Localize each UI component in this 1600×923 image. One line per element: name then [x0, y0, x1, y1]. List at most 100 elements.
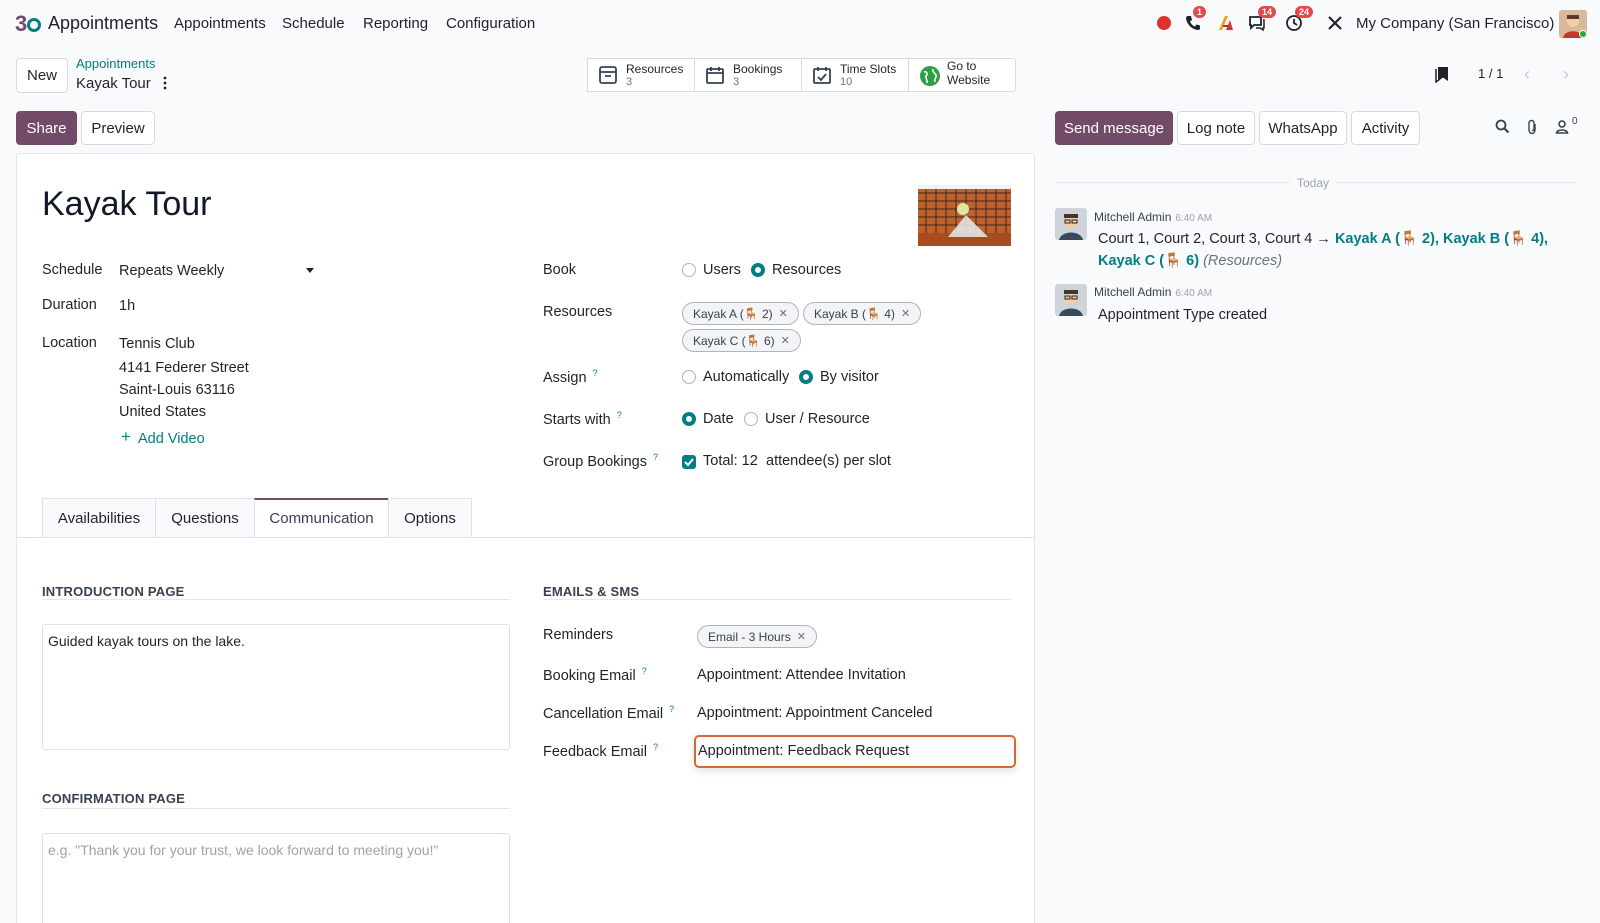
remove-tag-icon[interactable]: ✕ — [779, 307, 788, 320]
schedule-select[interactable]: Repeats Weekly — [119, 263, 224, 279]
log-note-button[interactable]: Log note — [1177, 111, 1255, 145]
record-image[interactable] — [918, 185, 1011, 246]
followers-icon[interactable] — [1555, 119, 1569, 134]
cancellation-email-label-text: Cancellation Email — [543, 705, 664, 722]
caret-down-icon[interactable] — [306, 268, 314, 273]
location-line[interactable]: Tennis Club — [119, 336, 195, 352]
old-value: Court 1, Court 2, Court 3, Court 4 — [1098, 231, 1313, 247]
plus-icon[interactable]: + — [121, 428, 131, 445]
help-icon[interactable]: ? — [642, 666, 647, 676]
resource-tag[interactable]: Kayak C (🪑 6) ✕ — [682, 329, 801, 352]
author-avatar[interactable] — [1055, 284, 1087, 316]
reminder-tag[interactable]: Email - 3 Hours ✕ — [697, 625, 817, 648]
radio-user-resource[interactable] — [744, 412, 758, 426]
radio-by-visitor-label[interactable]: By visitor — [820, 369, 879, 385]
help-icon[interactable]: ? — [593, 368, 598, 378]
duration-value[interactable]: 1h — [119, 298, 135, 314]
smart-button-resources[interactable]: Resources 3 — [587, 58, 695, 92]
help-icon[interactable]: ? — [669, 704, 674, 714]
radio-date[interactable] — [682, 412, 696, 426]
bookmark-icon[interactable] — [1434, 65, 1450, 83]
paperclip-icon[interactable] — [1526, 119, 1538, 135]
help-icon[interactable]: ? — [653, 742, 658, 752]
smart-button-time-slots[interactable]: Time Slots 10 — [801, 58, 909, 92]
smart-button-label: Bookings — [733, 62, 783, 76]
app-logo-icon[interactable]: 3 — [15, 11, 41, 35]
feedback-email-input[interactable]: Appointment: Feedback Request — [694, 735, 1016, 768]
company-switcher[interactable]: My Company (San Francisco) — [1356, 15, 1554, 32]
intro-textarea[interactable]: Guided kayak tours on the lake. — [42, 624, 510, 750]
day-label: Today — [1297, 176, 1330, 190]
message-author[interactable]: Mitchell Admin — [1094, 210, 1171, 224]
radio-users[interactable] — [682, 263, 696, 277]
app-name[interactable]: Appointments — [48, 13, 158, 34]
day-divider — [1055, 182, 1290, 183]
help-icon[interactable]: ? — [653, 452, 658, 462]
chat-icon[interactable]: 14 — [1248, 6, 1277, 32]
new-button[interactable]: New — [16, 58, 68, 93]
cancellation-email-field[interactable]: Appointment: Appointment Canceled — [697, 705, 932, 721]
share-button[interactable]: Share — [16, 111, 77, 145]
chat-badge: 14 — [1258, 6, 1277, 18]
radio-automatically[interactable] — [682, 370, 696, 384]
cancellation-email-label: Cancellation Email? — [543, 704, 674, 722]
booking-email-field[interactable]: Appointment: Attendee Invitation — [697, 667, 906, 683]
help-icon[interactable]: ? — [617, 410, 622, 420]
pager-value[interactable]: 1 / 1 — [1478, 66, 1503, 81]
user-avatar[interactable] — [1559, 10, 1587, 38]
radio-by-visitor[interactable] — [799, 370, 813, 384]
menu-schedule[interactable]: Schedule — [282, 15, 345, 32]
message-author[interactable]: Mitchell Admin — [1094, 285, 1171, 299]
kebab-menu-icon[interactable] — [162, 76, 168, 90]
tab-options[interactable]: Options — [388, 498, 472, 538]
resources-label: Resources — [543, 304, 613, 320]
resource-tag[interactable]: Kayak B (🪑 4) ✕ — [803, 302, 922, 325]
group-bookings-checkbox[interactable] — [682, 455, 696, 469]
record-icon[interactable] — [1157, 16, 1171, 30]
pager-previous-icon[interactable]: ‹ — [1524, 64, 1530, 85]
ai-icon[interactable] — [1217, 14, 1235, 32]
author-avatar[interactable] — [1055, 208, 1087, 240]
record-title[interactable]: Kayak Tour — [42, 185, 211, 224]
breadcrumb-parent[interactable]: Appointments — [76, 56, 156, 71]
activity-button[interactable]: Activity — [1351, 111, 1420, 145]
radio-users-label[interactable]: Users — [703, 262, 741, 278]
remove-tag-icon[interactable]: ✕ — [797, 630, 806, 643]
remove-tag-icon[interactable]: ✕ — [901, 307, 910, 320]
radio-resources[interactable] — [751, 263, 765, 277]
radio-resources-label[interactable]: Resources — [772, 262, 841, 278]
smart-button-count: 3 — [626, 76, 633, 88]
smart-button-bookings[interactable]: Bookings 3 — [694, 58, 802, 92]
smart-button-label: Go to — [947, 59, 977, 73]
pager-next-icon[interactable]: › — [1563, 64, 1569, 85]
phone-icon[interactable]: 1 — [1184, 6, 1207, 32]
menu-appointments[interactable]: Appointments — [174, 15, 266, 32]
group-total[interactable]: Total: 12 — [703, 453, 758, 469]
arrow-icon: → — [1316, 231, 1331, 247]
tools-icon[interactable] — [1326, 14, 1344, 32]
search-icon[interactable] — [1495, 119, 1510, 134]
whatsapp-button[interactable]: WhatsApp — [1259, 111, 1347, 145]
preview-button[interactable]: Preview — [81, 111, 155, 145]
radio-user-resource-label[interactable]: User / Resource — [765, 411, 870, 427]
tab-availabilities[interactable]: Availabilities — [42, 498, 156, 538]
smart-button-website[interactable]: Go to Website — [908, 58, 1016, 92]
send-message-button[interactable]: Send message — [1055, 111, 1173, 145]
resource-tag[interactable]: Kayak A (🪑 2) ✕ — [682, 302, 799, 325]
starts-with-label: Starts with? — [543, 410, 622, 428]
svg-text:3: 3 — [15, 11, 27, 35]
online-status-icon — [1579, 30, 1587, 38]
clock-icon[interactable]: 24 — [1285, 6, 1314, 32]
radio-automatically-label[interactable]: Automatically — [703, 369, 789, 385]
radio-date-label[interactable]: Date — [703, 411, 734, 427]
add-video-link[interactable]: Add Video — [138, 431, 205, 447]
menu-configuration[interactable]: Configuration — [446, 15, 535, 32]
confirmation-textarea[interactable]: e.g. "Thank you for your trust, we look … — [42, 833, 510, 923]
tracked-field: (Resources) — [1203, 253, 1283, 269]
top-navbar: 3 Appointments Appointments Schedule Rep… — [0, 0, 1600, 47]
tab-questions[interactable]: Questions — [155, 498, 255, 538]
resource-tag-label: Kayak C (🪑 6) — [693, 333, 775, 348]
menu-reporting[interactable]: Reporting — [363, 15, 428, 32]
tab-communication[interactable]: Communication — [254, 498, 389, 538]
remove-tag-icon[interactable]: ✕ — [781, 334, 790, 347]
